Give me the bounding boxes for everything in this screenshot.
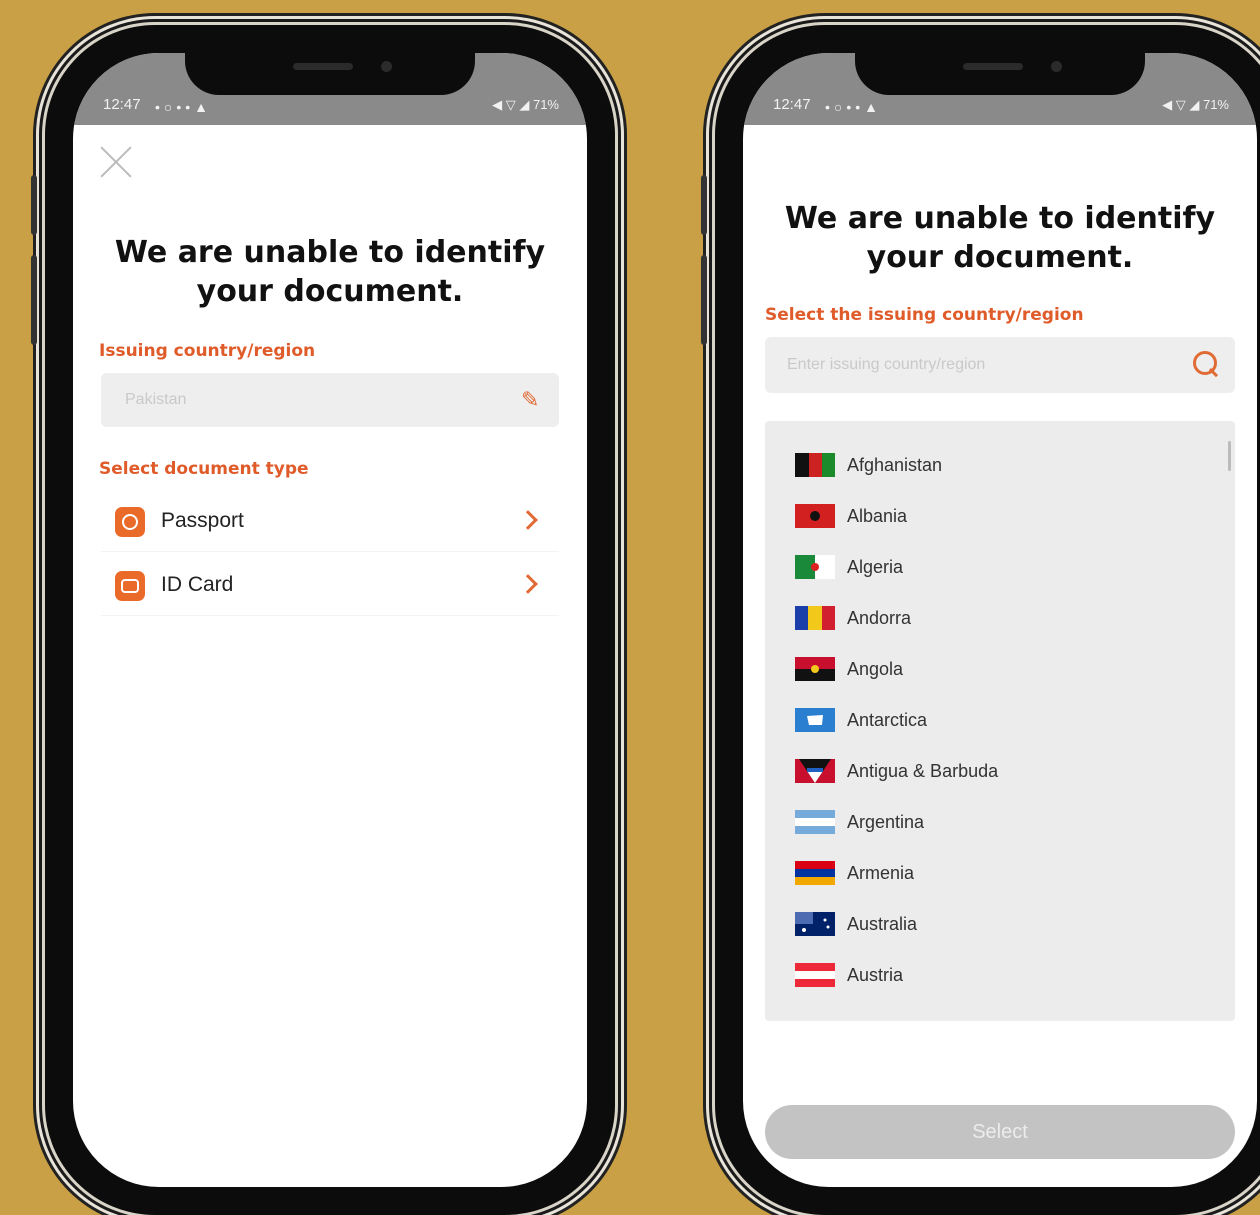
armenia-flag	[795, 861, 835, 885]
doc-type-label: Select document type	[99, 459, 309, 479]
volume-button	[701, 175, 707, 235]
passport-icon	[115, 507, 145, 537]
id-card-label: ID Card	[161, 573, 234, 596]
country-item[interactable]: Australia	[795, 904, 1195, 944]
status-battery: ◀ ▽ ◢ 71%	[492, 97, 559, 112]
id-card-row[interactable]: ID Card	[101, 557, 559, 616]
country-item[interactable]: Argentina	[795, 802, 1195, 842]
country-search-input[interactable]	[785, 351, 1169, 379]
notch	[185, 53, 475, 95]
country-value: Pakistan	[125, 391, 187, 408]
country-label: Issuing country/region	[99, 341, 316, 361]
country-item[interactable]: Andorra	[795, 598, 1195, 638]
volume-button	[31, 255, 37, 345]
algeria-flag	[795, 555, 835, 579]
country-item[interactable]: Armenia	[795, 853, 1195, 893]
country-name: Antarctica	[847, 710, 928, 730]
country-field[interactable]: Pakistan ✎	[101, 373, 559, 427]
status-battery: ◀ ▽ ◢ 71%	[1162, 97, 1229, 112]
austria-flag	[795, 963, 835, 987]
country-item[interactable]: Angola	[795, 649, 1195, 689]
country-search-field[interactable]	[765, 337, 1235, 393]
page-title: We are unable to identify your document.	[114, 235, 546, 309]
notch	[855, 53, 1145, 95]
chevron-right-icon	[518, 574, 538, 594]
country-list[interactable]: Afghanistan Albania Algeria Andorra Ango…	[765, 421, 1235, 1021]
left-phone-frame: 12:47 •○••▲ ◀ ▽ ◢ 71% We are unable to i…	[31, 25, 615, 1215]
country-item[interactable]: Antarctica	[795, 700, 1195, 740]
antarctica-flag	[795, 708, 835, 732]
status-icons: •○••▲	[155, 99, 213, 115]
close-icon[interactable]	[99, 145, 133, 179]
albania-flag	[795, 504, 835, 528]
afghanistan-flag	[795, 453, 835, 477]
select-button[interactable]: Select	[765, 1105, 1235, 1159]
select-country-label: Select the issuing country/region	[765, 305, 1084, 325]
volume-button	[31, 175, 37, 235]
id-card-icon	[115, 571, 145, 601]
search-icon[interactable]	[1191, 349, 1221, 379]
country-name: Andorra	[847, 608, 912, 628]
country-name: Austria	[847, 965, 904, 985]
country-item[interactable]: Austria	[795, 955, 1195, 995]
country-item[interactable]: Afghanistan	[795, 445, 1195, 485]
status-time: 12:47	[773, 96, 811, 113]
country-name: Australia	[847, 914, 918, 934]
pencil-icon[interactable]: ✎	[521, 387, 543, 413]
passport-row[interactable]: Passport	[101, 493, 559, 552]
country-item[interactable]: Algeria	[795, 547, 1195, 587]
country-name: Angola	[847, 659, 904, 679]
country-item[interactable]: Albania	[795, 496, 1195, 536]
country-name: Antigua & Barbuda	[847, 761, 999, 781]
volume-button	[701, 255, 707, 345]
country-name: Armenia	[847, 863, 915, 883]
country-name: Afghanistan	[847, 455, 943, 475]
andorra-flag	[795, 606, 835, 630]
australia-flag	[795, 912, 835, 936]
right-phone-frame: 12:47 •○••▲ ◀ ▽ ◢ 71% We are unable to i…	[701, 25, 1260, 1215]
passport-label: Passport	[161, 509, 244, 532]
argentina-flag	[795, 810, 835, 834]
right-screen: 12:47 •○••▲ ◀ ▽ ◢ 71% We are unable to i…	[743, 53, 1257, 1187]
scrollbar[interactable]	[1228, 441, 1231, 471]
antigua-barbuda-flag	[795, 759, 835, 783]
country-name: Argentina	[847, 812, 925, 832]
status-time: 12:47	[103, 96, 141, 113]
country-item[interactable]: Antigua & Barbuda	[795, 751, 1195, 791]
country-name: Algeria	[847, 557, 904, 577]
left-screen: 12:47 •○••▲ ◀ ▽ ◢ 71% We are unable to i…	[73, 53, 587, 1187]
chevron-right-icon	[518, 510, 538, 530]
status-icons: •○••▲	[825, 99, 883, 115]
page-title: We are unable to identify your document.	[784, 201, 1216, 275]
angola-flag	[795, 657, 835, 681]
country-name: Albania	[847, 506, 908, 526]
